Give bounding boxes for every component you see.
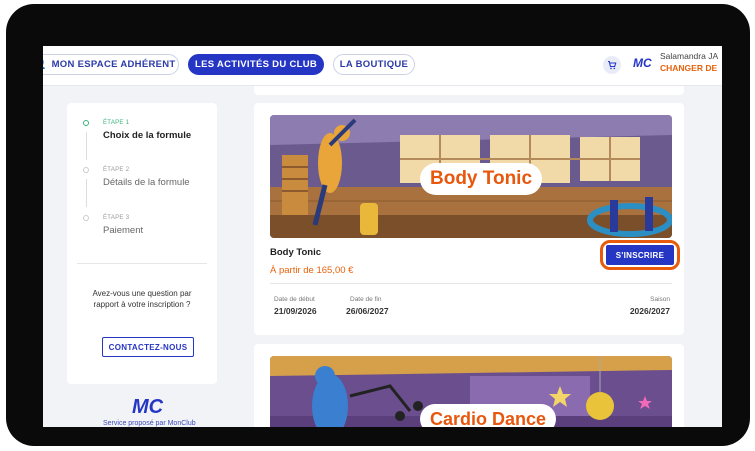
step-3-title: Paiement bbox=[103, 225, 144, 236]
step-2-number: ÉTAPE 2 bbox=[103, 167, 130, 173]
banner-title-label: Cardio Dance bbox=[420, 404, 557, 427]
nav-activites-label: LES ACTIVITÉS DU CLUB bbox=[194, 59, 318, 70]
start-date-label: Date de début bbox=[274, 296, 315, 303]
powered-by-text: Service proposé par MonClub bbox=[103, 420, 196, 427]
end-date-label: Date de fin bbox=[350, 296, 382, 303]
card-divider bbox=[270, 283, 672, 284]
end-date-value: 26/06/2027 bbox=[346, 306, 389, 316]
start-date-value: 21/09/2026 bbox=[274, 306, 317, 316]
season-label: Saison bbox=[650, 296, 670, 303]
nav-boutique-button[interactable]: LA BOUTIQUE bbox=[333, 54, 415, 75]
step-3-indicator bbox=[83, 215, 89, 221]
nav-espace-label: MON ESPACE ADHÉRENT bbox=[51, 59, 176, 70]
previous-activity-card bbox=[254, 86, 684, 95]
monclub-logo: MC bbox=[132, 396, 164, 418]
sidebar-divider bbox=[77, 263, 207, 264]
user-name: Salamandra JA bbox=[660, 51, 719, 61]
club-logo-small[interactable]: MC bbox=[633, 56, 652, 70]
step-1: ÉTAPE 1 Choix de la formule bbox=[103, 120, 191, 141]
activity-card: Body Tonic Body Tonic À partir de 165,00… bbox=[254, 103, 684, 335]
season-value: 2026/2027 bbox=[629, 306, 670, 316]
step-3-number: ÉTAPE 3 bbox=[103, 215, 130, 221]
nav-espace-adherent-button[interactable]: 👤 MON ESPACE ADHÉRENT bbox=[43, 54, 179, 75]
activity-banner-image: Body Tonic bbox=[270, 115, 672, 238]
activity-name: Body Tonic bbox=[270, 247, 322, 258]
nav-boutique-label: LA BOUTIQUE bbox=[339, 59, 409, 70]
banner-title-label: Body Tonic bbox=[420, 163, 543, 195]
top-navigation: 👤 MON ESPACE ADHÉRENT LES ACTIVITÉS DU C… bbox=[43, 46, 722, 86]
contact-button[interactable]: CONTACTEZ-NOUS bbox=[102, 337, 194, 357]
change-club-link[interactable]: CHANGER DE bbox=[660, 63, 717, 73]
step-1-number: ÉTAPE 1 bbox=[103, 120, 130, 126]
user-icon: 👤 bbox=[43, 59, 47, 70]
app-screen: 👤 MON ESPACE ADHÉRENT LES ACTIVITÉS DU C… bbox=[43, 46, 722, 427]
registration-sidebar: ÉTAPE 1 Choix de la formule ÉTAPE 2 Déta… bbox=[67, 103, 217, 384]
step-2-indicator bbox=[83, 167, 89, 173]
step-connector bbox=[86, 179, 87, 207]
step-3: ÉTAPE 3 Paiement bbox=[103, 215, 143, 236]
activity-banner-image: Cardio Dance bbox=[270, 356, 672, 427]
nav-activites-button[interactable]: LES ACTIVITÉS DU CLUB bbox=[188, 54, 324, 75]
device-frame: 👤 MON ESPACE ADHÉRENT LES ACTIVITÉS DU C… bbox=[6, 4, 750, 446]
step-2-title: Détails de la formule bbox=[103, 177, 190, 188]
activity-price: À partir de 165,00 € bbox=[270, 265, 354, 276]
step-connector bbox=[86, 132, 87, 160]
inscrire-button[interactable]: S'INSCRIRE bbox=[606, 245, 674, 265]
step-1-title: Choix de la formule bbox=[103, 130, 192, 141]
help-question: Avez-vous une question par rapport à vot… bbox=[92, 289, 192, 309]
step-1-indicator bbox=[83, 120, 89, 126]
step-2: ÉTAPE 2 Détails de la formule bbox=[103, 167, 190, 188]
activity-card: Cardio Dance bbox=[254, 344, 684, 427]
cart-icon[interactable] bbox=[603, 56, 621, 74]
